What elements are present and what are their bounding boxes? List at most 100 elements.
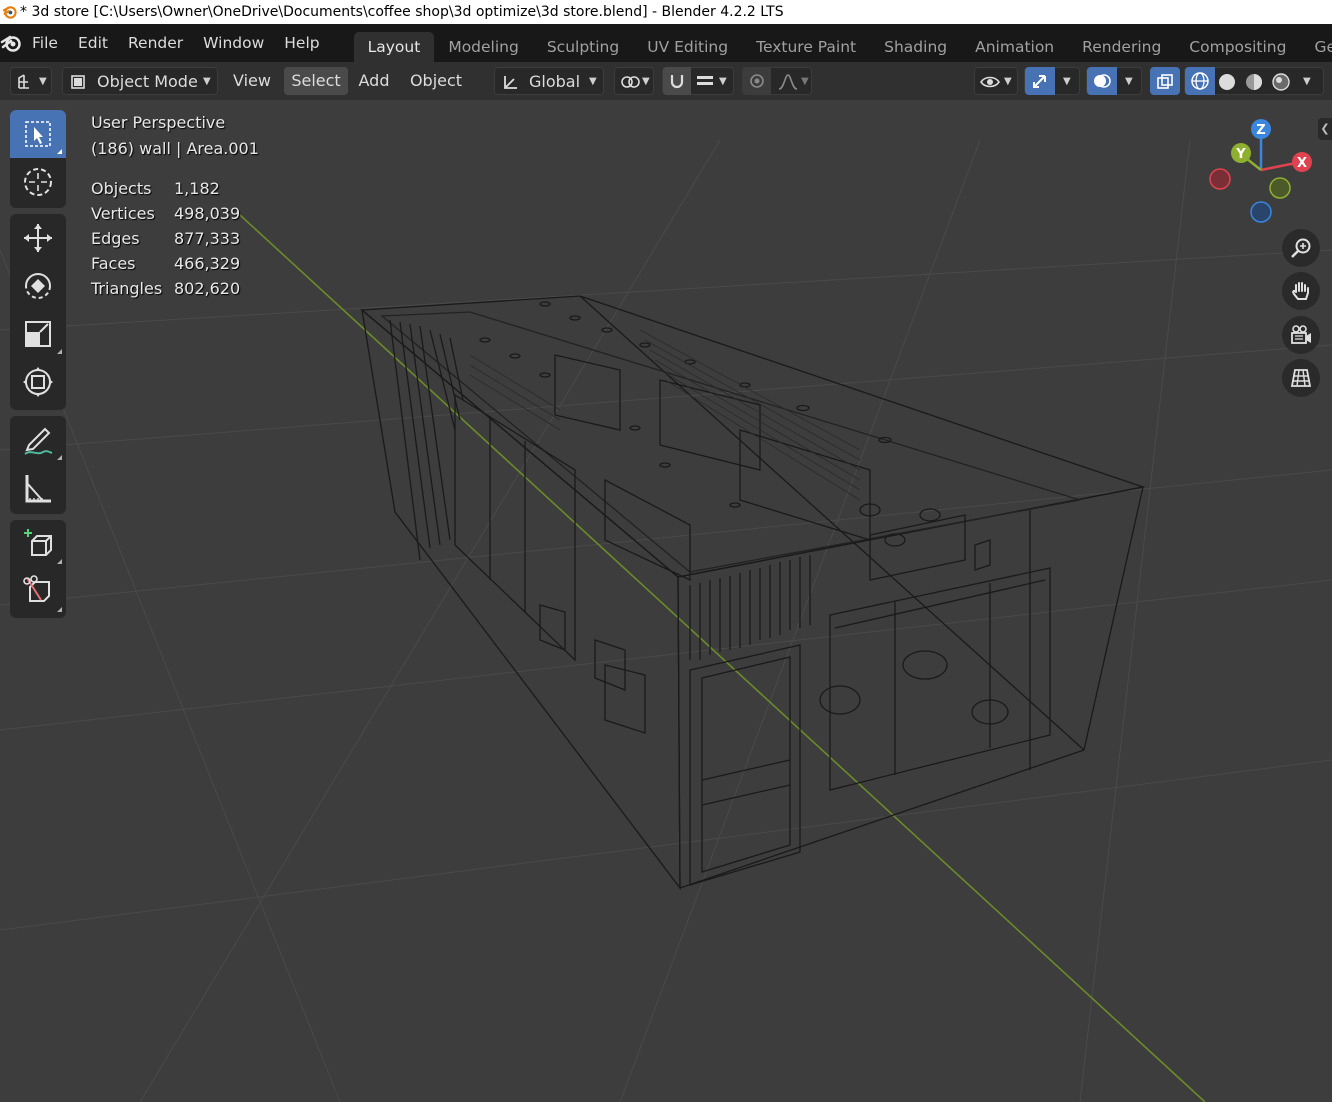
scale-tool[interactable]: [10, 310, 66, 358]
overlays-toggle[interactable]: [1087, 67, 1117, 95]
menu-help[interactable]: Help: [274, 24, 329, 62]
stats-triangles: Triangles 802,620: [91, 279, 241, 298]
blender-window: * 3d store [C:\Users\Owner\OneDrive\Docu…: [0, 0, 1332, 1102]
y-axis-line: [239, 214, 1206, 1102]
stats-edges: Edges 877,333: [91, 229, 241, 248]
proportional-editing-group: ▼: [742, 67, 812, 95]
tab-texture-paint[interactable]: Texture Paint: [742, 32, 870, 62]
add-cube-tool[interactable]: [10, 520, 66, 568]
add-cube-icon: [24, 529, 52, 556]
select-box-icon: [25, 121, 51, 147]
editor-type-icon: [18, 74, 29, 89]
cursor-icon: [24, 168, 52, 196]
overlays-icon: [1094, 74, 1111, 88]
menu-render[interactable]: Render: [118, 24, 193, 62]
object-menu[interactable]: Object: [404, 67, 468, 95]
menu-edit[interactable]: Edit: [68, 24, 118, 62]
3d-viewport[interactable]: User Perspective (186) wall | Area.001 O…: [0, 100, 1332, 1102]
falloff-icon[interactable]: [777, 73, 799, 91]
orientation-icon: [504, 76, 517, 89]
select-box-tool[interactable]: [10, 110, 66, 158]
window-titlebar: * 3d store [C:\Users\Owner\OneDrive\Docu…: [0, 0, 1332, 24]
mode-dropdown[interactable]: Object Mode ▼: [62, 67, 218, 95]
pivot-icon: [621, 76, 640, 88]
tab-modeling[interactable]: Modeling: [434, 32, 533, 62]
select-menu[interactable]: Select: [284, 67, 348, 95]
cursor-tool[interactable]: [10, 158, 66, 206]
material-preview-icon[interactable]: [1244, 72, 1264, 92]
move-tool[interactable]: [10, 214, 66, 262]
snap-toggle[interactable]: [663, 67, 691, 95]
zoom-button[interactable]: [1282, 229, 1320, 267]
mode-label: Object Mode: [97, 72, 198, 91]
blender-app-icon: [2, 6, 17, 19]
gizmo-neg-z[interactable]: [1250, 201, 1272, 223]
rotate-tool[interactable]: [10, 262, 66, 310]
proportional-editing-toggle[interactable]: [743, 67, 771, 95]
measure-tool[interactable]: [10, 464, 66, 512]
wireframe-icon: [1191, 72, 1209, 90]
viewport-header: ▼ Object Mode ▼ View Select Add Object G…: [0, 62, 1332, 100]
workspace-tabs: Layout Modeling Sculpting UV Editing Tex…: [353, 24, 1332, 62]
blender-logo-icon[interactable]: [0, 24, 22, 62]
gizmo-group: ▼: [1024, 67, 1080, 95]
top-bar: File Edit Render Window Help Layout Mode…: [0, 24, 1332, 62]
rendered-shading-icon[interactable]: [1271, 72, 1291, 92]
snap-target-icon[interactable]: [696, 74, 714, 90]
object-mode-icon: [71, 75, 85, 89]
stats-vertices: Vertices 498,039: [91, 204, 241, 223]
scale-icon: [25, 321, 51, 347]
transform-tool[interactable]: [10, 358, 66, 406]
annotate-tool[interactable]: [10, 416, 66, 464]
pan-button[interactable]: [1282, 272, 1320, 310]
gizmo-x-label: X: [1297, 156, 1307, 171]
tab-compositing[interactable]: Compositing: [1175, 32, 1300, 62]
knife-icon: [23, 575, 50, 602]
visibility-dropdown[interactable]: ▼: [974, 67, 1018, 95]
orientation-label: Global: [529, 72, 581, 91]
gizmo-neg-y[interactable]: [1269, 177, 1291, 199]
perspective-label: User Perspective: [91, 113, 226, 132]
gizmo-toggle[interactable]: [1025, 67, 1055, 95]
tab-shading[interactable]: Shading: [870, 32, 961, 62]
gizmo-neg-x[interactable]: [1209, 168, 1231, 190]
xray-toggle[interactable]: [1150, 67, 1180, 95]
tab-rendering[interactable]: Rendering: [1068, 32, 1175, 62]
xray-icon: [1157, 74, 1173, 89]
shading-group: ▼: [1184, 67, 1324, 95]
menu-file[interactable]: File: [22, 24, 68, 62]
navigation-gizmo[interactable]: Z X Y: [1200, 115, 1320, 230]
tab-layout[interactable]: Layout: [353, 32, 435, 62]
move-icon: [24, 224, 52, 252]
measure-icon: [25, 475, 51, 503]
pivot-point-dropdown[interactable]: ▼: [614, 67, 654, 95]
wireframe-shading-button[interactable]: [1185, 67, 1215, 95]
tab-uv-editing[interactable]: UV Editing: [633, 32, 742, 62]
eye-icon: [980, 76, 1000, 88]
overlay-group: ▼: [1086, 67, 1142, 95]
rotate-icon: [25, 273, 51, 299]
editor-type-button[interactable]: ▼: [10, 67, 52, 95]
transform-icon: [23, 367, 53, 397]
knife-tool[interactable]: [10, 568, 66, 616]
tab-sculpting[interactable]: Sculpting: [533, 32, 633, 62]
annotate-icon: [24, 427, 53, 455]
transform-orientation-dropdown[interactable]: Global ▼: [494, 67, 604, 95]
magnet-icon: [670, 75, 684, 89]
gizmo-icon: [1033, 75, 1046, 88]
gizmo-y-label: Y: [1235, 147, 1246, 162]
view-menu[interactable]: View: [226, 67, 278, 95]
menu-window[interactable]: Window: [193, 24, 274, 62]
add-menu[interactable]: Add: [352, 67, 396, 95]
stats-faces: Faces 466,329: [91, 254, 241, 273]
tab-animation[interactable]: Animation: [961, 32, 1068, 62]
proportional-icon: [750, 74, 764, 88]
camera-view-button[interactable]: [1282, 316, 1320, 354]
solid-shading-icon[interactable]: [1217, 72, 1237, 92]
viewport-scene: [0, 139, 1332, 1102]
perspective-toggle-button[interactable]: [1282, 359, 1320, 397]
detail-hatching: [469, 329, 861, 501]
tab-geometry-nodes[interactable]: Geo: [1300, 32, 1332, 62]
stats-objects: Objects 1,182: [91, 179, 220, 198]
sidebar-toggle[interactable]: ❮: [1318, 118, 1332, 140]
